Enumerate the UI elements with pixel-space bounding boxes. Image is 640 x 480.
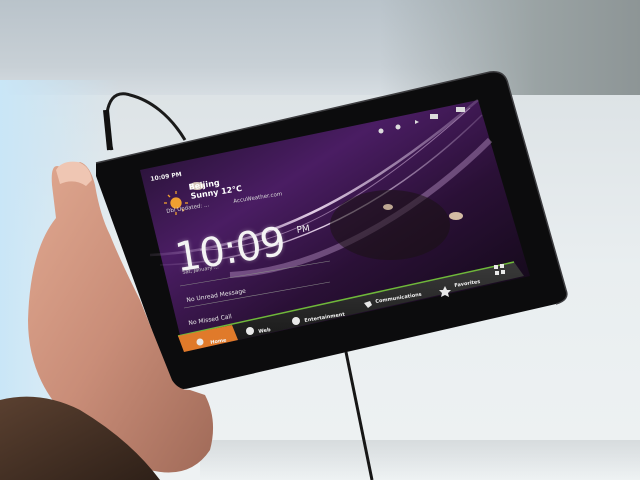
- photo-scene: 10:09 PM Beijing Sunny 12°C Dbl Updated:…: [0, 0, 640, 480]
- hand: [0, 161, 214, 480]
